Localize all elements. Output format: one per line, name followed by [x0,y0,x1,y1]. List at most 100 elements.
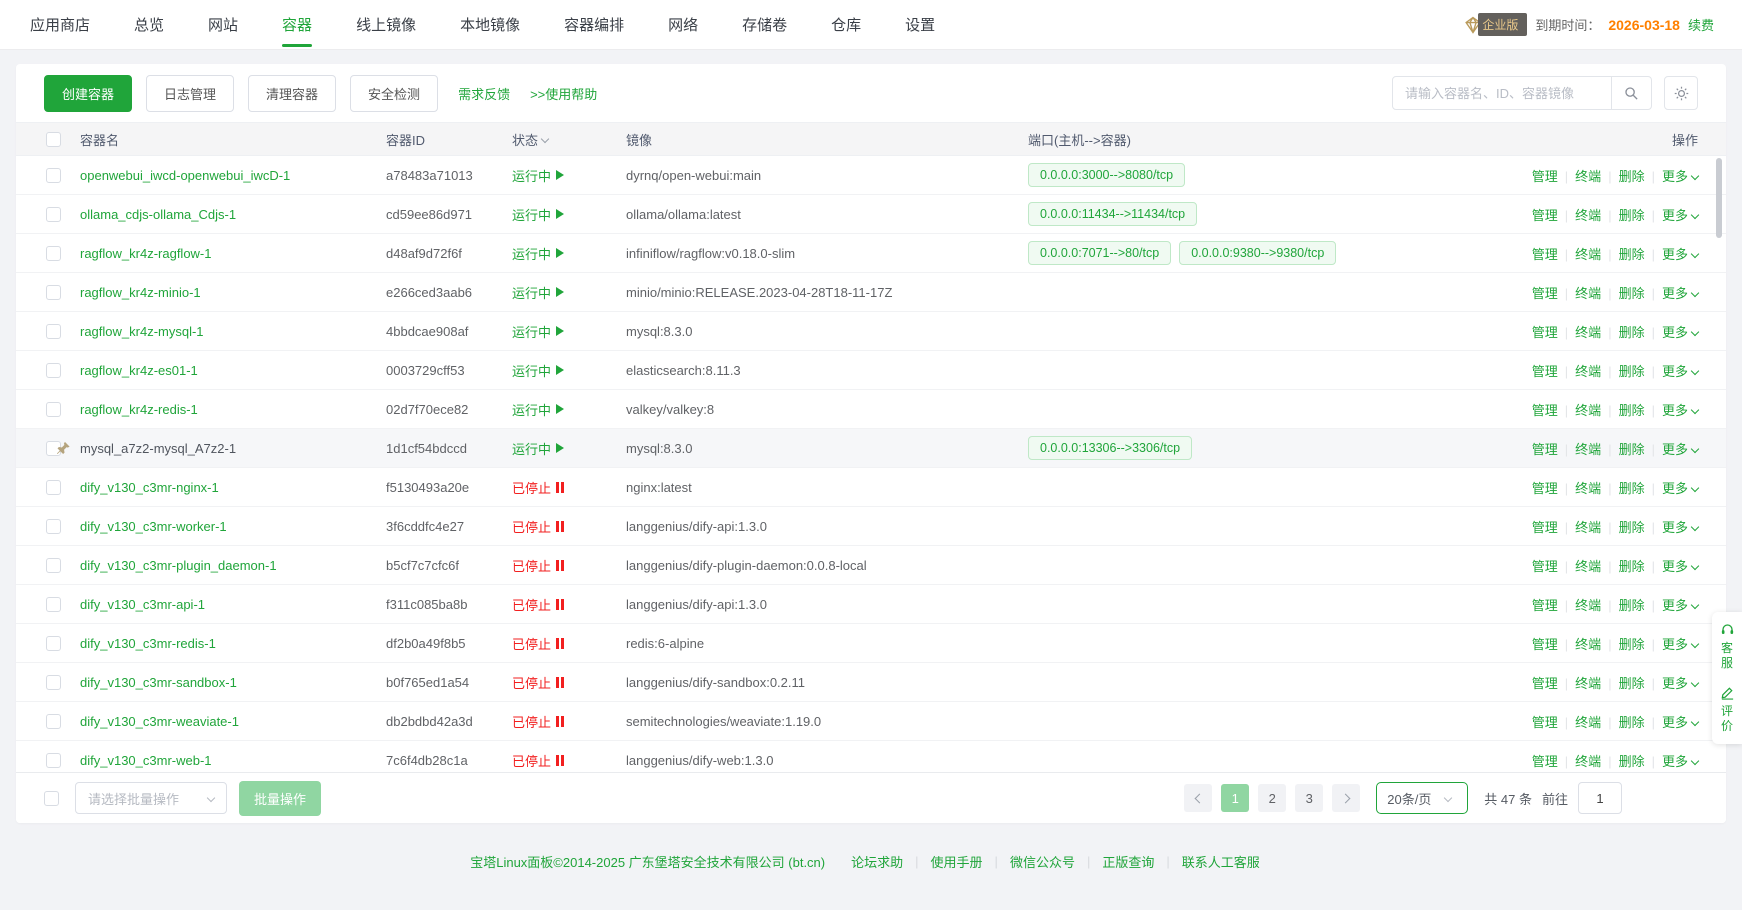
action-terminal[interactable]: 终端 [1575,637,1601,652]
action-manage[interactable]: 管理 [1532,403,1558,418]
action-terminal[interactable]: 终端 [1575,598,1601,613]
nav-item-network[interactable]: 网络 [666,0,700,49]
action-manage[interactable]: 管理 [1532,325,1558,340]
nav-item-compose[interactable]: 容器编排 [562,0,626,49]
nav-item-local-image[interactable]: 本地镜像 [458,0,522,49]
action-more[interactable]: 更多 [1662,442,1698,457]
row-checkbox[interactable] [46,597,61,612]
row-checkbox[interactable] [46,519,61,534]
action-more[interactable]: 更多 [1662,247,1698,262]
row-checkbox[interactable] [46,753,61,768]
row-checkbox[interactable] [46,324,61,339]
review-button[interactable]: 评价 [1720,685,1735,734]
action-delete[interactable]: 删除 [1619,286,1645,301]
nav-item-volume[interactable]: 存储卷 [740,0,789,49]
nav-item-overview[interactable]: 总览 [132,0,166,49]
action-terminal[interactable]: 终端 [1575,559,1601,574]
action-manage[interactable]: 管理 [1532,676,1558,691]
row-checkbox[interactable] [46,285,61,300]
action-delete[interactable]: 删除 [1619,325,1645,340]
container-name-link[interactable]: ollama_cdjs-ollama_Cdjs-1 [80,207,236,222]
footer-link-3[interactable]: 微信公众号 [1010,852,1075,871]
footer-link-1[interactable]: 论坛求助 [851,852,903,871]
goto-page-input[interactable] [1578,782,1622,814]
search-input[interactable] [1393,77,1611,109]
help-link[interactable]: >>使用帮助 [530,84,597,103]
action-delete[interactable]: 删除 [1619,676,1645,691]
page-button-2[interactable]: 2 [1258,784,1286,812]
header-status[interactable]: 状态 [512,130,626,149]
container-name-link[interactable]: ragflow_kr4z-ragflow-1 [80,246,212,261]
action-terminal[interactable]: 终端 [1575,208,1601,223]
footer-link-5[interactable]: 联系人工客服 [1182,852,1260,871]
container-name-link[interactable]: dify_v130_c3mr-redis-1 [80,636,216,651]
action-terminal[interactable]: 终端 [1575,442,1601,457]
scrollbar-thumb[interactable] [1716,158,1722,238]
row-checkbox[interactable] [46,714,61,729]
footer-link-4[interactable]: 正版查询 [1102,852,1154,871]
renew-link[interactable]: 续费 [1688,15,1714,34]
nav-item-online-image[interactable]: 线上镜像 [354,0,418,49]
action-more[interactable]: 更多 [1662,598,1698,613]
action-manage[interactable]: 管理 [1532,208,1558,223]
action-more[interactable]: 更多 [1662,286,1698,301]
action-more[interactable]: 更多 [1662,325,1698,340]
container-name-link[interactable]: dify_v130_c3mr-sandbox-1 [80,675,237,690]
action-more[interactable]: 更多 [1662,481,1698,496]
action-terminal[interactable]: 终端 [1575,676,1601,691]
action-more[interactable]: 更多 [1662,364,1698,379]
action-terminal[interactable]: 终端 [1575,325,1601,340]
container-name-link[interactable]: ragflow_kr4z-redis-1 [80,402,198,417]
batch-operation-button[interactable]: 批量操作 [239,781,321,816]
action-more[interactable]: 更多 [1662,715,1698,730]
action-manage[interactable]: 管理 [1532,637,1558,652]
action-more[interactable]: 更多 [1662,169,1698,184]
action-delete[interactable]: 删除 [1619,598,1645,613]
action-more[interactable]: 更多 [1662,403,1698,418]
row-checkbox[interactable] [46,402,61,417]
feedback-link[interactable]: 需求反馈 [458,84,510,103]
row-checkbox[interactable] [46,480,61,495]
container-name-link[interactable]: dify_v130_c3mr-web-1 [80,753,212,768]
action-terminal[interactable]: 终端 [1575,754,1601,769]
nav-item-settings[interactable]: 设置 [903,0,937,49]
action-terminal[interactable]: 终端 [1575,520,1601,535]
row-checkbox[interactable] [46,558,61,573]
action-delete[interactable]: 删除 [1619,520,1645,535]
action-terminal[interactable]: 终端 [1575,715,1601,730]
container-name-link[interactable]: dify_v130_c3mr-api-1 [80,597,205,612]
container-name-link[interactable]: ragflow_kr4z-minio-1 [80,285,201,300]
customer-service-button[interactable]: 客服 [1720,622,1735,671]
action-manage[interactable]: 管理 [1532,169,1558,184]
action-terminal[interactable]: 终端 [1575,364,1601,379]
nav-item-repository[interactable]: 仓库 [829,0,863,49]
page-size-select[interactable]: 20条/页 [1376,782,1468,814]
action-manage[interactable]: 管理 [1532,559,1558,574]
container-name-link[interactable]: mysql_a7z2-mysql_A7z2-1 [80,441,236,456]
container-name-link[interactable]: dify_v130_c3mr-plugin_daemon-1 [80,558,277,573]
action-manage[interactable]: 管理 [1532,520,1558,535]
container-name-link[interactable]: dify_v130_c3mr-nginx-1 [80,480,219,495]
action-more[interactable]: 更多 [1662,754,1698,769]
row-checkbox[interactable] [46,168,61,183]
action-manage[interactable]: 管理 [1532,598,1558,613]
action-delete[interactable]: 删除 [1619,208,1645,223]
nav-item-container[interactable]: 容器 [280,0,314,49]
container-name-link[interactable]: ragflow_kr4z-mysql-1 [80,324,204,339]
action-more[interactable]: 更多 [1662,676,1698,691]
action-more[interactable]: 更多 [1662,559,1698,574]
action-terminal[interactable]: 终端 [1575,286,1601,301]
prev-page-button[interactable] [1184,784,1212,812]
row-checkbox[interactable] [46,636,61,651]
page-button-3[interactable]: 3 [1295,784,1323,812]
action-terminal[interactable]: 终端 [1575,403,1601,418]
security-check-button[interactable]: 安全检测 [350,75,438,112]
action-manage[interactable]: 管理 [1532,481,1558,496]
action-delete[interactable]: 删除 [1619,481,1645,496]
container-name-link[interactable]: dify_v130_c3mr-weaviate-1 [80,714,239,729]
action-delete[interactable]: 删除 [1619,247,1645,262]
action-more[interactable]: 更多 [1662,637,1698,652]
page-button-1[interactable]: 1 [1221,784,1249,812]
action-delete[interactable]: 删除 [1619,637,1645,652]
batch-operation-select[interactable]: 请选择批量操作 [75,782,227,814]
